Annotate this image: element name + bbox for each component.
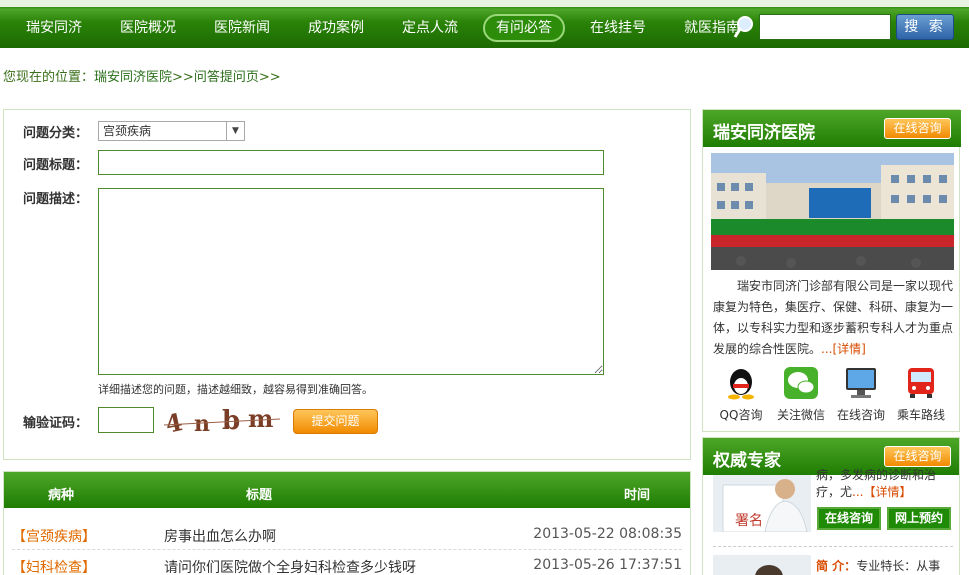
captcha-char: m — [248, 405, 273, 433]
doctor1-summary: 病，多发病的诊断和治疗，尤...【详情】 — [816, 467, 956, 501]
doctor-consult-button[interactable]: 在线咨询 — [817, 507, 881, 530]
experts-box: 权威专家 在线咨询 署名 病，多发病的诊断和治疗，尤...【详情】 在线咨询 网… — [702, 437, 960, 575]
description-label: 问题描述： — [23, 192, 89, 207]
nav-item-abortion[interactable]: 定点人流 — [389, 14, 471, 42]
hospital-intro: 瑞安市同济门诊部有限公司是一家以现代康复为特色，集医疗、保健、科研、康复为一体，… — [713, 276, 953, 360]
nav-item-qa[interactable]: 有问必答 — [483, 14, 565, 42]
list-item-time: 2013-05-26 17:37:51 — [533, 557, 682, 573]
divider — [713, 546, 953, 547]
doctor2-summary: 简 介：专业特长：从事 — [816, 557, 940, 574]
doctor2-intro-text: 专业特长：从事 — [856, 559, 941, 573]
monitor-icon — [846, 368, 876, 398]
experts-online-consult-button[interactable]: 在线咨询 — [884, 446, 951, 467]
doctor2-intro-label: 简 介： — [816, 559, 857, 573]
list-item[interactable]: 【妇科检查】 请问你们医院做个全身妇科检查多少钱呀 2013-05-26 17:… — [12, 551, 682, 575]
description-hint: 详细描述您的问题，描述越细致，越容易得到准确回答。 — [98, 383, 373, 396]
top-nav-bar: 瑞安同济 医院概况 医院新闻 成功案例 定点人流 有问必答 在线挂号 就医指南 … — [0, 0, 969, 48]
search-button[interactable]: 搜 索 — [896, 14, 954, 40]
bus-route-label: 乘车路线 — [896, 408, 945, 422]
doctor-booking-button[interactable]: 网上预约 — [887, 507, 951, 530]
breadcrumb-link-home[interactable]: 瑞安同济医院 — [94, 70, 172, 85]
captcha-char: 4 — [164, 407, 185, 437]
list-item-title[interactable]: 请问你们医院做个全身妇科检查多少钱呀 — [164, 557, 416, 575]
wechat-link[interactable]: 关注微信 — [771, 366, 831, 423]
chevron-down-icon: ▼ — [226, 122, 244, 140]
list-item-category[interactable]: 【宫颈疾病】 — [12, 526, 96, 546]
online-consult-link[interactable]: 在线咨询 — [831, 366, 891, 423]
description-textarea[interactable] — [98, 188, 604, 375]
qq-consult-label: QQ咨询 — [719, 408, 763, 422]
hospital-info-header: 瑞安同济医院 在线咨询 — [703, 110, 961, 147]
wechat-label: 关注微信 — [776, 408, 825, 422]
submit-question-button[interactable]: 提交问题 — [293, 409, 378, 434]
online-consult-button[interactable]: 在线咨询 — [884, 118, 951, 139]
qq-consult-link[interactable]: QQ咨询 — [711, 366, 771, 423]
captcha-input[interactable] — [98, 407, 154, 433]
wechat-icon — [784, 367, 818, 399]
list-item-time: 2013-05-22 08:08:35 — [533, 526, 682, 542]
breadcrumb-link-current[interactable]: 问答提问页 — [194, 70, 259, 85]
hospital-intro-more-link[interactable]: ...[详情] — [821, 342, 866, 356]
doctor-photo: 署名 — [713, 475, 811, 532]
doctor2-photo — [713, 555, 811, 575]
category-select-value: 宫颈疾病 — [103, 124, 152, 138]
bus-icon — [908, 368, 934, 398]
online-consult-label: 在线咨询 — [836, 408, 885, 422]
breadcrumb-prefix: 您现在的位置： — [3, 70, 95, 85]
category-label: 问题分类： — [23, 126, 89, 141]
nav-item-cases[interactable]: 成功案例 — [295, 14, 377, 42]
list-item[interactable]: 【宫颈疾病】 房事出血怎么办啊 2013-05-22 08:08:35 — [12, 520, 682, 550]
category-select[interactable]: 宫颈疾病 ▼ — [98, 121, 245, 141]
nav-item-registration[interactable]: 在线挂号 — [577, 14, 659, 42]
captcha-char: n — [194, 411, 210, 437]
svg-text:署名: 署名 — [735, 513, 763, 529]
column-header-title: 标题 — [246, 488, 273, 503]
column-header-time: 时间 — [624, 488, 651, 503]
hospital-photo — [711, 153, 954, 270]
nav-item-news[interactable]: 医院新闻 — [201, 14, 283, 42]
qq-icon — [728, 369, 754, 400]
contact-icons: QQ咨询 关注微信 在线咨询 乘车路线 — [703, 366, 961, 426]
nav-item-overview[interactable]: 医院概况 — [107, 14, 189, 42]
question-form: 问题分类： 宫颈疾病 ▼ 问题标题： 问题描述： 详细描述您的问题，描述越细致，… — [3, 109, 691, 460]
title-label: 问题标题： — [23, 158, 89, 173]
hospital-info-box: 瑞安同济医院 在线咨询 瑞安市同济门诊部有限公司是一家以现代康复为特色，集医疗、… — [702, 109, 961, 432]
nav-item-home[interactable]: 瑞安同济 — [13, 14, 95, 42]
breadcrumb-sep: >> — [258, 70, 281, 85]
bus-route-link[interactable]: 乘车路线 — [891, 366, 951, 423]
search-icon — [733, 16, 753, 38]
main-nav: 瑞安同济 医院概况 医院新闻 成功案例 定点人流 有问必答 在线挂号 就医指南 — [0, 10, 765, 46]
question-list: 病种 标题 时间 【宫颈疾病】 房事出血怎么办啊 2013-05-22 08:0… — [3, 471, 691, 575]
title-input[interactable] — [98, 150, 604, 175]
breadcrumb: 您现在的位置：瑞安同济医院>>问答提问页>> — [3, 66, 281, 85]
column-header-category: 病种 — [48, 488, 75, 503]
list-item-title[interactable]: 房事出血怎么办啊 — [164, 526, 276, 546]
breadcrumb-sep: >> — [172, 70, 194, 85]
captcha-label: 输验证码： — [23, 416, 89, 431]
hospital-info-title: 瑞安同济医院 — [713, 123, 815, 143]
captcha-image[interactable]: 4 n b m — [164, 405, 280, 437]
list-header: 病种 标题 时间 — [4, 472, 690, 508]
search-input[interactable] — [759, 14, 891, 40]
experts-title: 权威专家 — [713, 451, 781, 471]
list-item-category[interactable]: 【妇科检查】 — [12, 557, 96, 575]
doctor1-more-link[interactable]: ...【详情】 — [852, 485, 911, 499]
